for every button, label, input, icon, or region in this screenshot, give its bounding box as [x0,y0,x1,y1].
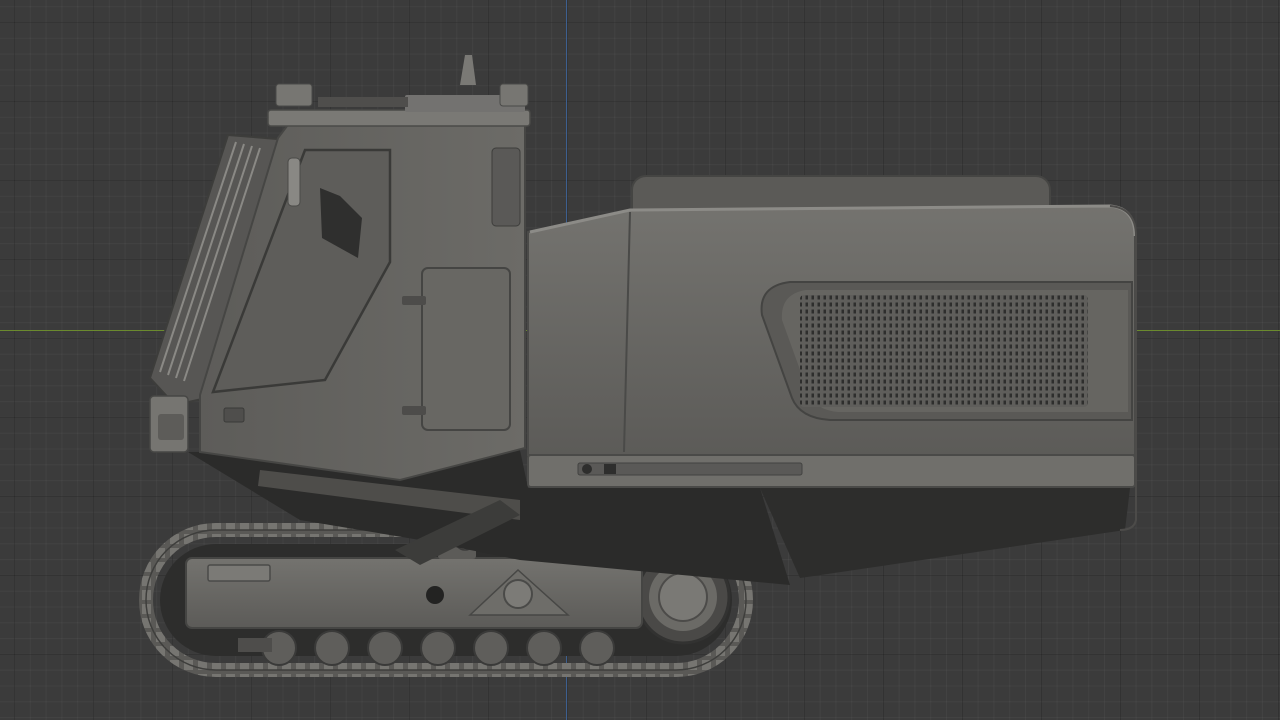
vent-grille [760,281,1133,421]
3d-viewport[interactable] [0,0,1280,720]
cab [148,55,531,482]
vehicle-model[interactable] [0,0,1280,720]
